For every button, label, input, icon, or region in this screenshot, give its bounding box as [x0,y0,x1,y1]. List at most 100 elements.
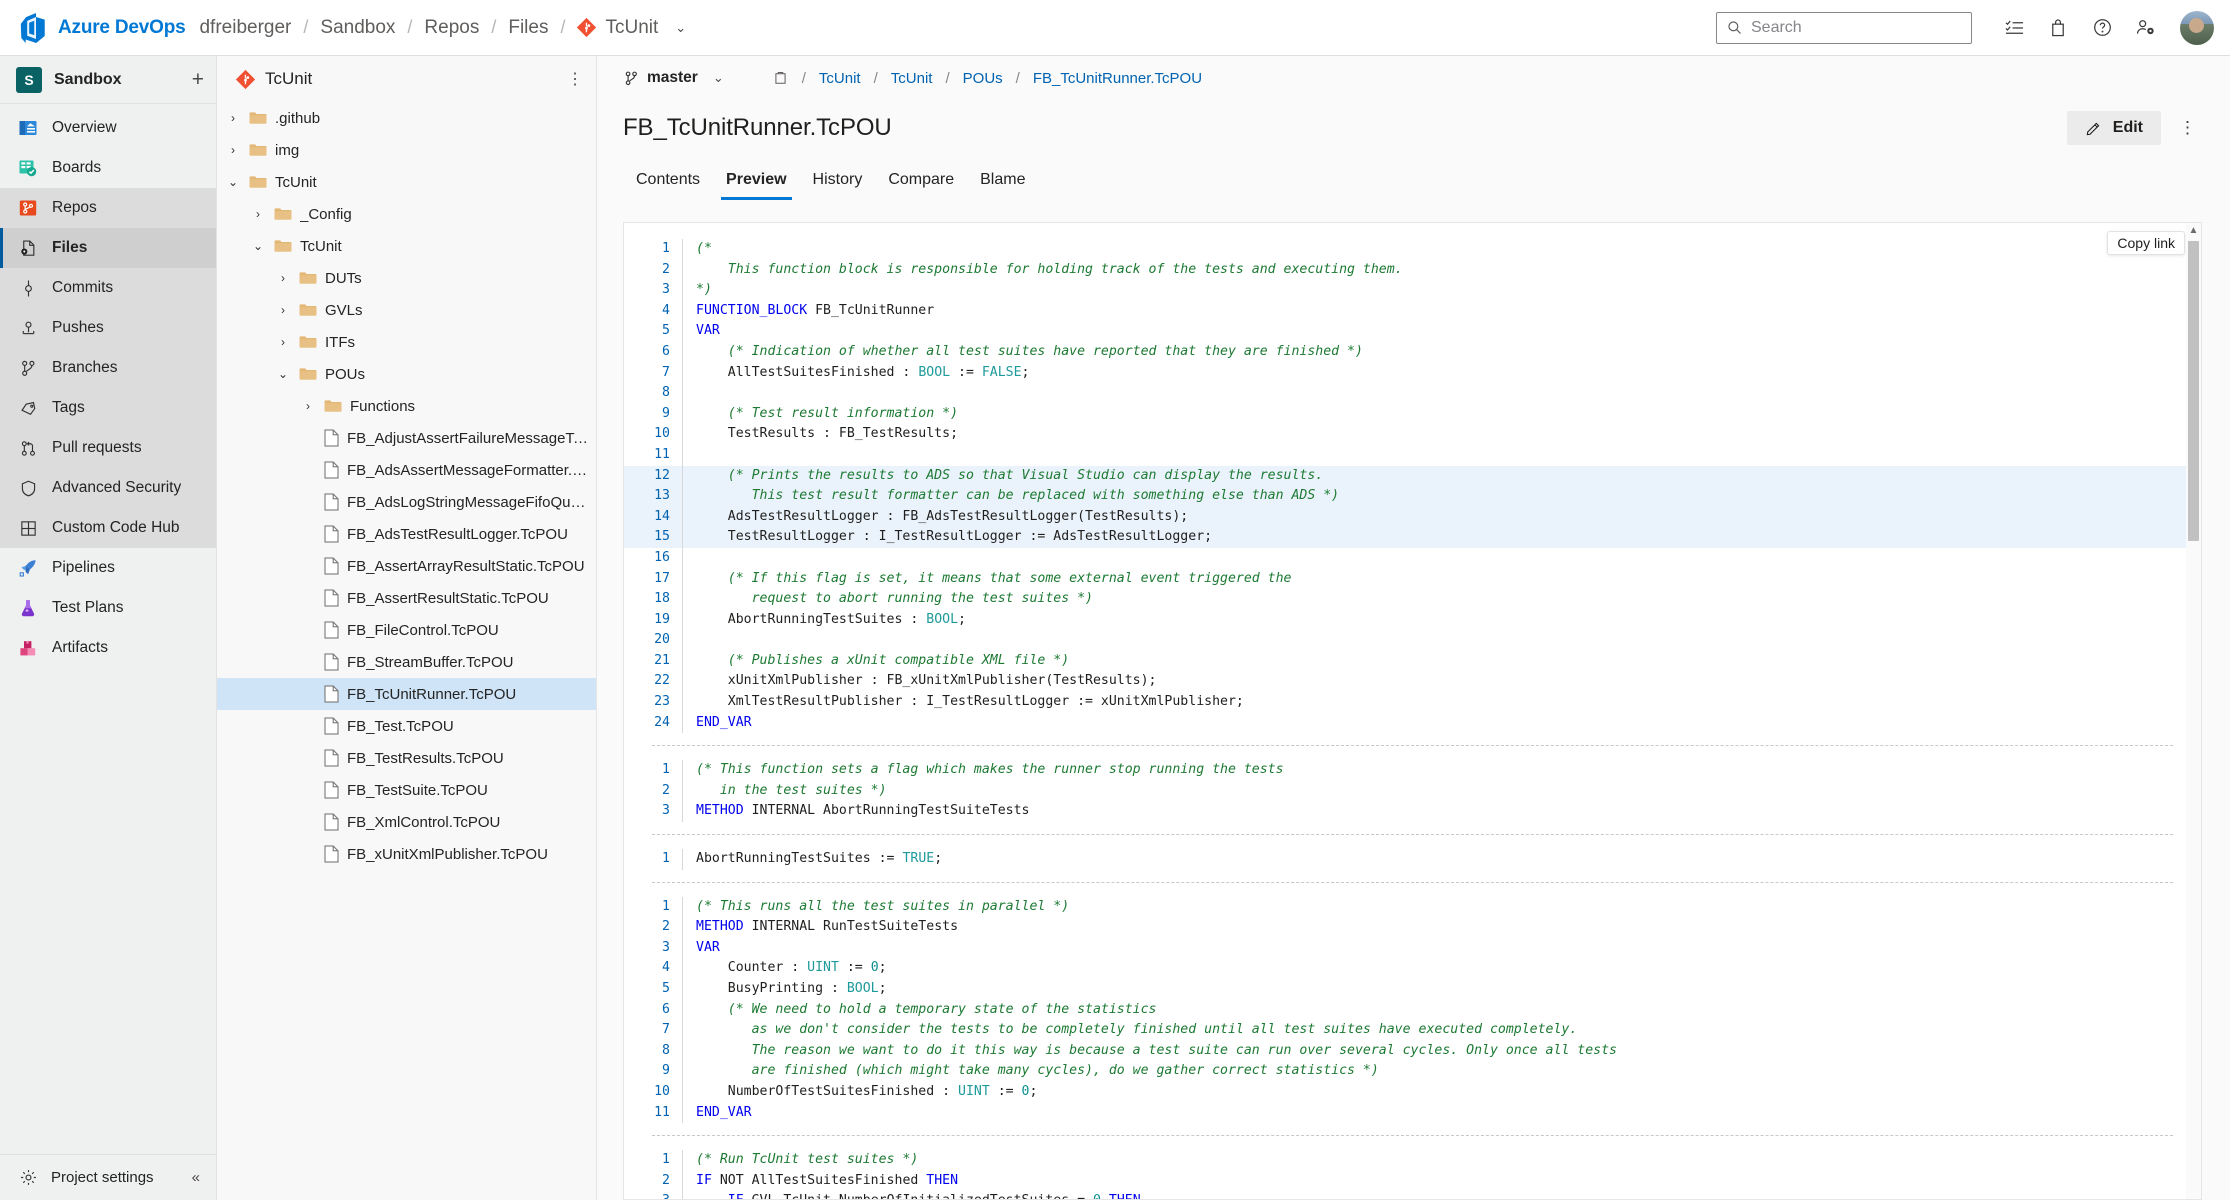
sidebar-item-pushes[interactable]: Pushes [0,308,216,348]
tree-file-row[interactable]: ›FB_StreamBuffer.TcPOU [217,646,596,678]
page-crumb-files[interactable]: Files [506,17,550,39]
tree-file-row[interactable]: ›FB_AdjustAssertFailureMessageToMax253C… [217,422,596,454]
code-line: 23 XmlTestResultPublisher : I_TestResult… [624,692,2201,713]
edit-button[interactable]: Edit [2066,111,2161,145]
tree-item-label: GVLs [325,301,363,319]
chevron-right-icon[interactable]: › [275,303,291,317]
sidebar-item-pipelines[interactable]: Pipelines [0,548,216,588]
tree-folder-row[interactable]: › ITFs [217,326,596,358]
code-line-text: VAR [696,939,720,955]
tree-root-label: TcUnit [265,69,313,88]
project-header[interactable]: S Sandbox + [0,56,216,104]
code-line-text: (* Run TcUnit test suites *) [696,1152,919,1168]
sidebar-item-test-plans[interactable]: Test Plans [0,588,216,628]
chevron-down-icon[interactable]: ⌄ [250,239,266,253]
sidebar-item-branches[interactable]: Branches [0,348,216,388]
checklist-icon[interactable] [1994,8,2034,48]
code-line: 15 TestResultLogger : I_TestResultLogger… [624,527,2201,548]
add-icon[interactable]: + [192,69,204,90]
tree-file-row[interactable]: ›FB_FileControl.TcPOU [217,614,596,646]
tab-compare[interactable]: Compare [875,171,967,200]
user-avatar[interactable] [2180,10,2214,45]
tree-folder-row[interactable]: › Functions [217,390,596,422]
tree-folder-row[interactable]: › _Config [217,198,596,230]
gutter-divider [682,671,683,693]
org-crumb[interactable]: dfreiberger [197,17,293,39]
repo-root-folder-icon[interactable] [772,70,789,87]
tree-folder-row[interactable]: ⌄ POUs [217,358,596,390]
tree-file-row[interactable]: ›FB_AdsTestResultLogger.TcPOU [217,518,596,550]
tab-contents[interactable]: Contents [623,171,713,200]
chevron-right-icon[interactable]: › [275,335,291,349]
sidebar-item-pull-requests[interactable]: Pull requests [0,428,216,468]
tree-file-row[interactable]: ›FB_xUnitXmlPublisher.TcPOU [217,838,596,870]
sidebar-item-tags[interactable]: Tags [0,388,216,428]
chevron-right-icon[interactable]: › [275,271,291,285]
line-number: 3 [662,282,670,298]
tree-folder-row[interactable]: › .github [217,102,596,134]
tree-file-row[interactable]: ›FB_XmlControl.TcPOU [217,806,596,838]
chevron-down-icon[interactable]: ⌄ [225,175,241,189]
tab-blame[interactable]: Blame [967,171,1038,200]
sidebar-item-boards[interactable]: Boards [0,148,216,188]
chevron-right-icon[interactable]: › [225,143,241,157]
tab-preview[interactable]: Preview [713,171,799,200]
file-icon [324,589,339,607]
project-settings-button[interactable]: Project settings « [0,1154,216,1200]
file-icon [324,493,339,511]
tree-item-label: FB_TcUnitRunner.TcPOU [347,685,517,703]
collapse-sidebar-icon[interactable]: « [192,1169,200,1186]
help-icon[interactable] [2082,8,2122,48]
search-input[interactable]: Search [1716,11,1972,44]
tree-file-row[interactable]: ›FB_AdsAssertMessageFormatter.TcPOU [217,454,596,486]
sidebar-item-label: Artifacts [52,639,108,656]
chevron-right-icon[interactable]: › [225,111,241,125]
tree-file-row[interactable]: ›FB_AssertArrayResultStatic.TcPOU [217,550,596,582]
tree-file-row[interactable]: ›FB_TestSuite.TcPOU [217,774,596,806]
branch-selector[interactable]: master ⌄ [623,69,724,87]
tree-more-icon[interactable]: ⋮ [567,69,584,89]
sidebar-item-files[interactable]: Files [0,228,216,268]
sidebar-item-commits[interactable]: Commits [0,268,216,308]
sidebar-item-overview[interactable]: Overview [0,108,216,148]
vertical-scrollbar[interactable]: ▲ [2186,223,2201,1199]
sidebar-item-artifacts[interactable]: Artifacts [0,628,216,668]
breadcrumb-item[interactable]: POUs [961,70,1005,87]
brand-label[interactable]: Azure DevOps [58,17,186,39]
gutter-divider [682,259,683,281]
project-crumb[interactable]: Sandbox [318,17,397,39]
sidebar-item-custom-code-hub[interactable]: Custom Code Hub [0,508,216,548]
tree-folder-row[interactable]: ⌄ TcUnit [217,166,596,198]
crumb-separator: / [491,17,497,37]
shopping-bag-icon[interactable] [2038,8,2078,48]
breadcrumb-item-current[interactable]: FB_TcUnitRunner.TcPOU [1031,70,1204,87]
sidebar-item-advanced-security[interactable]: Advanced Security [0,468,216,508]
sidebar-item-repos[interactable]: Repos [0,188,216,228]
file-viewer-pane: master ⌄ / TcUnit / TcUnit / POUs / FB_T… [597,56,2230,1200]
chevron-down-icon[interactable]: ⌄ [275,367,291,381]
user-settings-icon[interactable] [2126,8,2166,48]
breadcrumb-item[interactable]: TcUnit [817,70,863,87]
tree-file-row[interactable]: ›FB_AssertResultStatic.TcPOU [217,582,596,614]
repo-selector[interactable]: TcUnit ⌄ [576,17,686,39]
chevron-right-icon[interactable]: › [250,207,266,221]
scrollbar-thumb[interactable] [2188,241,2199,541]
breadcrumb-item[interactable]: TcUnit [889,70,935,87]
tree-file-row[interactable]: ›FB_TestResults.TcPOU [217,742,596,774]
tab-history[interactable]: History [800,171,876,200]
tree-folder-row[interactable]: › img [217,134,596,166]
scroll-up-arrow-icon[interactable]: ▲ [2189,223,2199,239]
tree-folder-row[interactable]: › DUTs [217,262,596,294]
more-actions-icon[interactable]: ⋮ [2173,118,2202,138]
tree-file-row[interactable]: ›FB_Test.TcPOU [217,710,596,742]
gutter-divider [682,300,683,322]
gutter-divider [682,780,683,802]
tree-item-label: TcUnit [275,173,317,191]
section-crumb-repos[interactable]: Repos [422,17,481,39]
tree-folder-row[interactable]: ⌄ TcUnit [217,230,596,262]
tree-folder-row[interactable]: › GVLs [217,294,596,326]
chevron-right-icon[interactable]: › [300,399,316,413]
tree-file-row[interactable]: ›FB_AdsLogStringMessageFifoQueue.TcPOU [217,486,596,518]
tree-file-row[interactable]: ›FB_TcUnitRunner.TcPOU [217,678,596,710]
code-scroll-area[interactable]: 1 (* 2 This function block is responsible … [624,223,2201,1199]
